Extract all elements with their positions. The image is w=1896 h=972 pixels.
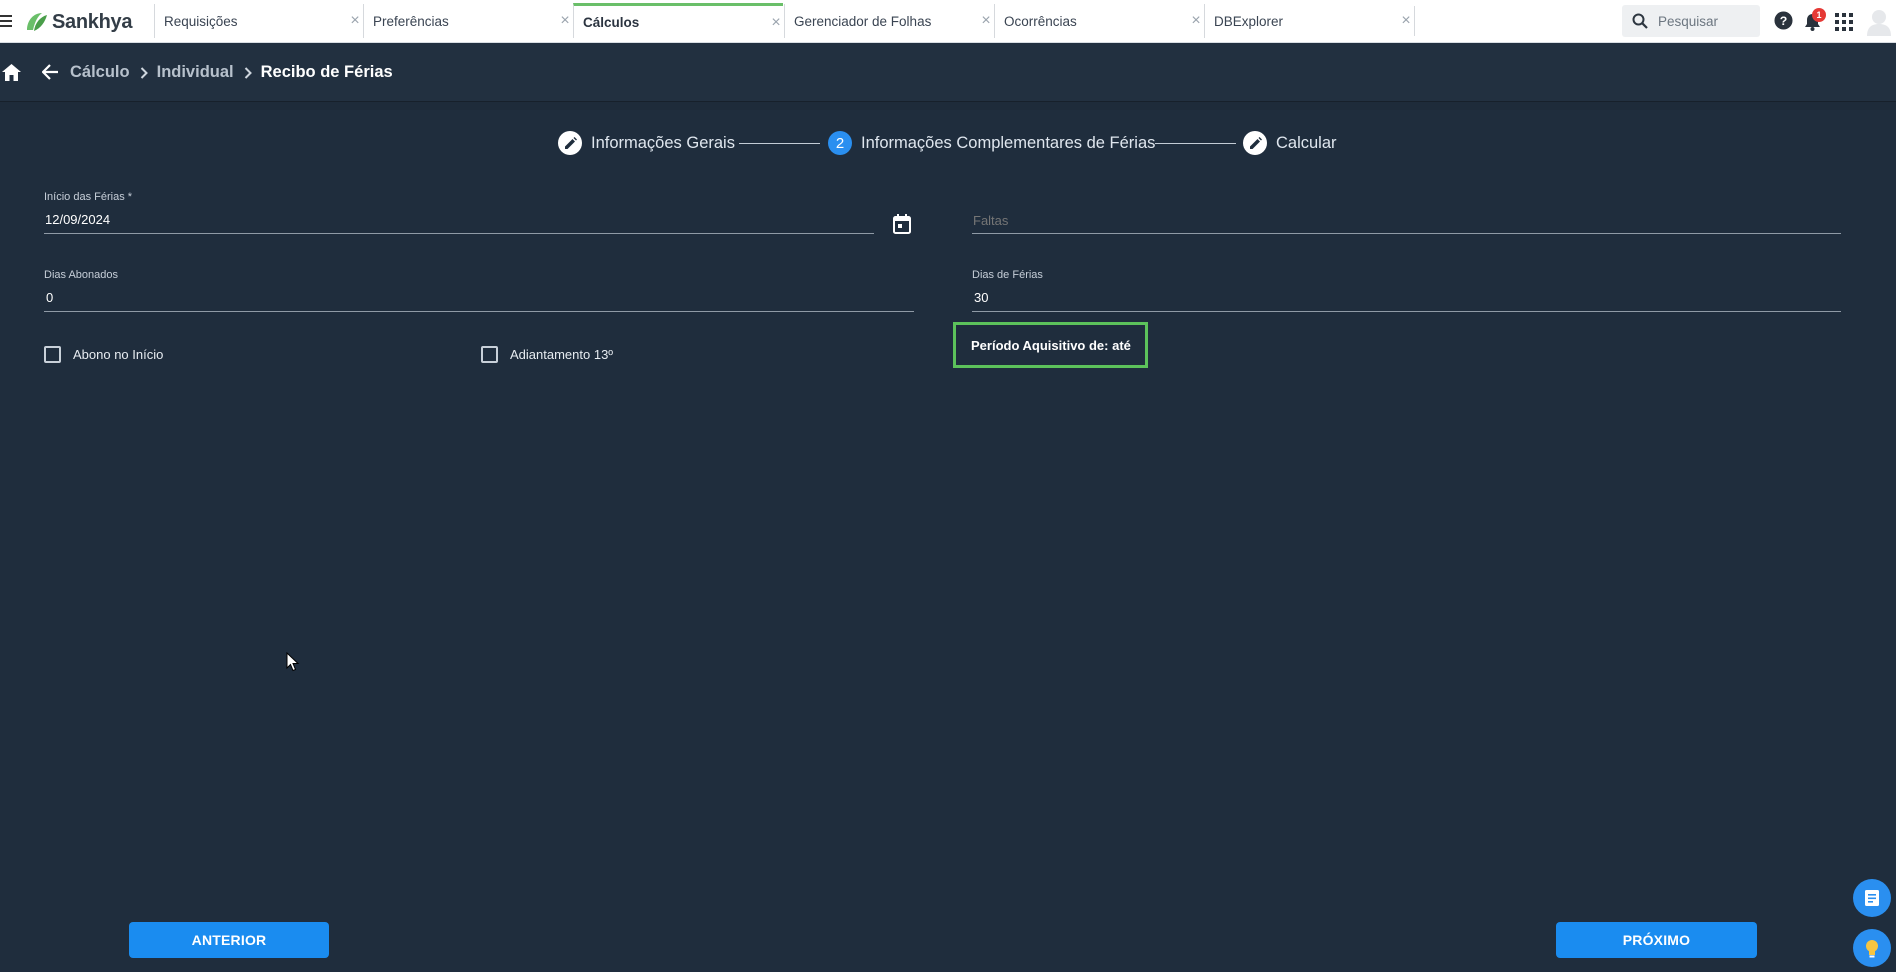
- field-underline: [44, 311, 914, 312]
- apps-grid-icon[interactable]: [1835, 13, 1853, 31]
- chevron-right-icon: [244, 66, 252, 79]
- tab-calculos[interactable]: Cálculos ×: [573, 3, 783, 38]
- step-connector: [739, 143, 820, 144]
- calendar-icon[interactable]: [893, 214, 911, 234]
- tab-gerenciador-de-folhas[interactable]: Gerenciador de Folhas ×: [784, 4, 993, 38]
- dias-ferias-input[interactable]: [974, 290, 1834, 305]
- step-label: Informações Gerais: [591, 133, 735, 152]
- breadcrumb: Cálculo Individual Recibo de Férias: [70, 63, 393, 82]
- tab-divider: [1414, 6, 1415, 36]
- dias-ferias-label: Dias de Férias: [972, 269, 1043, 281]
- adiantamento-13-checkbox-row[interactable]: Adiantamento 13º: [481, 346, 613, 363]
- step-label: Informações Complementares de Férias: [861, 133, 1156, 152]
- close-icon[interactable]: ×: [1189, 12, 1203, 30]
- document-fab-button[interactable]: [1853, 879, 1891, 917]
- close-icon[interactable]: ×: [558, 12, 572, 30]
- brand-name: Sankhya: [52, 10, 133, 33]
- sankhya-logo[interactable]: Sankhya: [24, 9, 132, 35]
- edit-icon: [558, 131, 582, 155]
- tab-label: Cálculos: [583, 14, 640, 30]
- field-underline: [972, 233, 1841, 234]
- hamburger-menu-icon[interactable]: [0, 13, 14, 27]
- tab-ocorrencias[interactable]: Ocorrências ×: [994, 4, 1203, 38]
- help-icon[interactable]: ?: [1774, 11, 1793, 30]
- breadcrumb-individual[interactable]: Individual: [157, 63, 234, 82]
- sankhya-leaf-icon: [27, 13, 47, 31]
- anterior-button[interactable]: ANTERIOR: [129, 922, 329, 958]
- svg-text:?: ?: [1780, 14, 1788, 28]
- breadcrumb-bar: Cálculo Individual Recibo de Férias: [0, 43, 1896, 102]
- adiantamento-13-checkbox[interactable]: [481, 346, 498, 363]
- inicio-ferias-label: Início das Férias *: [44, 191, 133, 203]
- tab-requisicoes[interactable]: Requisições ×: [154, 4, 362, 38]
- back-arrow-icon[interactable]: [42, 64, 59, 80]
- close-icon[interactable]: ×: [979, 12, 993, 30]
- step-calcular[interactable]: Calcular: [1243, 131, 1337, 155]
- dias-abonados-label: Dias Abonados: [44, 269, 118, 281]
- close-icon[interactable]: ×: [769, 14, 783, 32]
- step-connector: [1155, 143, 1236, 144]
- chevron-right-icon: [140, 66, 148, 79]
- tab-preferencias[interactable]: Preferências ×: [363, 4, 572, 38]
- inicio-ferias-input[interactable]: [45, 212, 865, 227]
- tab-label: Preferências: [373, 13, 449, 29]
- tab-label: Requisições: [164, 13, 238, 29]
- content-panel: [0, 110, 1896, 972]
- abono-inicio-checkbox-row[interactable]: Abono no Início: [44, 346, 163, 363]
- field-underline: [972, 311, 1841, 312]
- search-icon: [1632, 13, 1648, 29]
- periodo-aquisitivo-text: Período Aquisitivo de: até: [971, 337, 1131, 353]
- proximo-button[interactable]: PRÓXIMO: [1556, 922, 1757, 958]
- search-box[interactable]: [1622, 5, 1760, 37]
- close-icon[interactable]: ×: [1399, 12, 1413, 30]
- tips-fab-button[interactable]: [1853, 929, 1891, 967]
- top-tab-bar: Sankhya Requisições × Preferências × Cál…: [0, 0, 1896, 43]
- breadcrumb-current: Recibo de Férias: [260, 63, 393, 81]
- breadcrumb-calculo[interactable]: Cálculo: [70, 63, 130, 82]
- user-avatar-icon[interactable]: [1866, 8, 1892, 36]
- edit-icon: [1243, 131, 1267, 155]
- notification-badge: 1: [1812, 8, 1826, 22]
- step-informacoes-complementares[interactable]: 2 Informações Complementares de Férias: [828, 131, 1155, 155]
- step-number: 2: [828, 131, 852, 155]
- tab-label: DBExplorer: [1214, 13, 1284, 29]
- search-input[interactable]: [1656, 12, 1760, 30]
- mouse-cursor-icon: [286, 652, 300, 672]
- field-underline: [44, 233, 874, 234]
- checkbox-label: Abono no Início: [73, 347, 164, 362]
- dias-abonados-input[interactable]: [46, 290, 906, 305]
- tab-label: Gerenciador de Folhas: [794, 13, 932, 29]
- close-icon[interactable]: ×: [348, 12, 362, 30]
- periodo-aquisitivo-box: Período Aquisitivo de: até: [953, 322, 1148, 368]
- document-icon: [1865, 890, 1879, 906]
- lightbulb-icon: [1866, 940, 1878, 958]
- tab-label: Ocorrências: [1004, 13, 1077, 29]
- tab-dbexplorer[interactable]: DBExplorer ×: [1204, 4, 1413, 38]
- step-label: Calcular: [1276, 133, 1337, 152]
- checkbox-label: Adiantamento 13º: [510, 347, 614, 362]
- abono-inicio-checkbox[interactable]: [44, 346, 61, 363]
- home-icon[interactable]: [2, 64, 21, 81]
- step-informacoes-gerais[interactable]: Informações Gerais: [558, 131, 735, 155]
- faltas-input[interactable]: [973, 213, 1833, 228]
